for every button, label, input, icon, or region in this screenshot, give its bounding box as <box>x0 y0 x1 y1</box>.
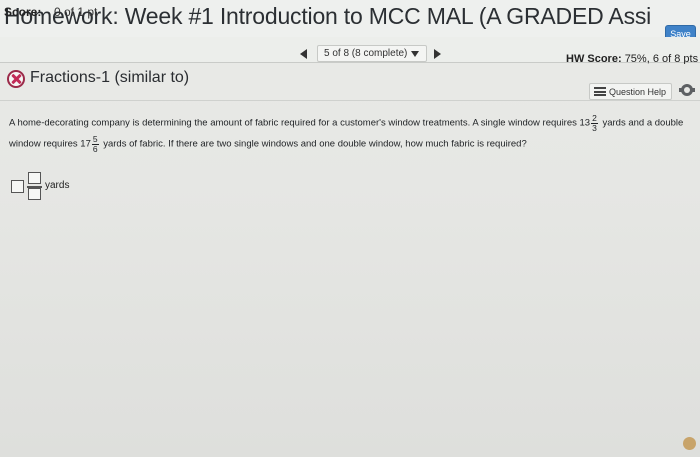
question-text-line-2: window requires 17 5 6 yards of fabric. If… <box>9 135 689 153</box>
fraction-denominator: 6 <box>91 143 99 154</box>
question-text-line-1: A home-decorating company is determining… <box>9 114 689 132</box>
units-label: yards <box>45 180 70 191</box>
question-navigation-dropdown[interactable]: 5 of 8 (8 complete) <box>317 45 427 62</box>
question-text-segment: window requires 17 <box>9 138 91 150</box>
score-value: 0 of 1 pt <box>54 5 98 19</box>
score-label: Score: <box>4 5 42 19</box>
caret-down-icon <box>411 50 420 57</box>
question-text-segment: yards of fabric. If there are two single… <box>103 138 527 150</box>
previous-question-icon[interactable] <box>300 49 307 59</box>
fraction-five-sixths: 56 <box>91 134 99 154</box>
next-question-icon[interactable] <box>434 49 441 59</box>
whole-number-input[interactable] <box>11 180 24 193</box>
help-bubble-icon[interactable] <box>683 437 696 450</box>
homework-screen: Homework: Week #1 Introduction to MCC MA… <box>0 0 700 457</box>
gear-icon[interactable] <box>679 84 695 96</box>
question-help-label: Question Help <box>609 86 667 97</box>
question-text-segment: yards and a double <box>602 117 684 129</box>
denominator-input[interactable] <box>28 188 41 200</box>
list-icon <box>594 87 606 96</box>
navigation-status: 5 of 8 (8 complete) <box>324 48 408 59</box>
fraction-numerator: 2 <box>592 113 597 123</box>
homework-title: Homework: Week #1 Introduction to MCC MA… <box>4 3 652 29</box>
fraction-two-thirds: 23 <box>591 114 598 132</box>
question-text-segment: A home-decorating company is determining… <box>9 117 591 129</box>
question-title: Fractions-1 (similar to) <box>30 69 190 86</box>
question-help-button[interactable]: Question Help <box>589 83 672 100</box>
fraction-numerator: 5 <box>92 134 98 144</box>
fraction-denominator: 3 <box>591 122 598 133</box>
incorrect-x-icon <box>7 70 25 88</box>
numerator-input[interactable] <box>28 172 41 184</box>
